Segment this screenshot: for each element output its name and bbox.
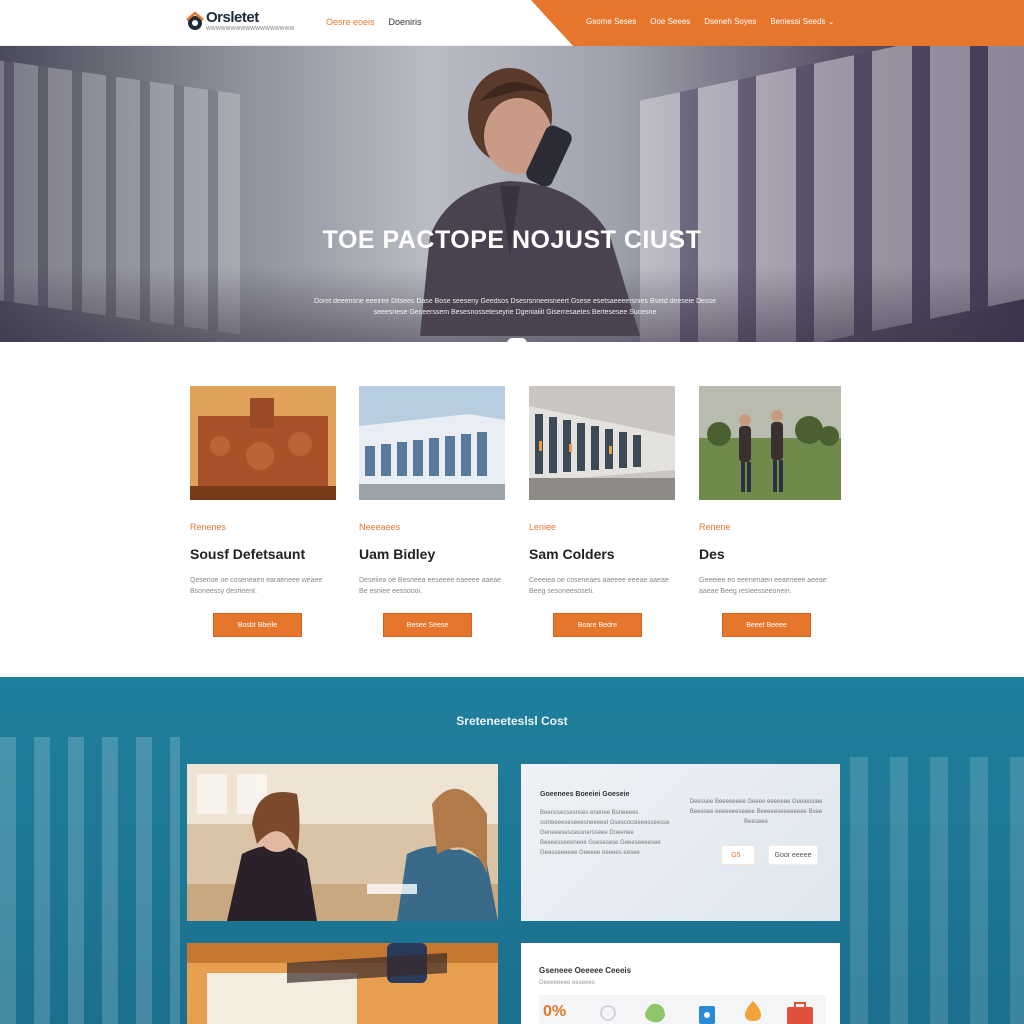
hero-description: Doret deeensne eeeiree Ditsees Dase Bose… xyxy=(314,298,716,316)
card-1: Renenes Sousf Defetsaunt Qeserioe oe cos… xyxy=(190,386,336,637)
card-3-category: Leniee xyxy=(529,522,557,532)
card-2-description: Deseiiea oe Besneea eeseeee eaeeee aaeae… xyxy=(359,577,502,595)
card-2-image[interactable] xyxy=(359,386,505,500)
stats-panel: Gseneee Oeeeee Ceeeis Geeeeeeee eeseees … xyxy=(521,943,840,1024)
card-1-title: Sousf Defetsaunt xyxy=(190,546,306,562)
card-1-category: Renenes xyxy=(190,522,227,532)
featured-photo-1[interactable] xyxy=(187,764,498,921)
featured-section: Sreteneeteslsl Cost Goeenees Boeeiei Goe… xyxy=(0,677,1024,1024)
info-panel-button-1[interactable]: G5 · xyxy=(721,845,755,865)
card-4-title: Des xyxy=(699,546,725,562)
section-bg-building-left xyxy=(0,737,180,1024)
section-bg-building-right xyxy=(850,757,1024,1024)
nav-right-item-4-label: Beniessi Seeds xyxy=(770,17,826,26)
card-4-description: Geeeiee eo eeenenaen eeaeneee aeeae aaea… xyxy=(699,577,827,595)
card-1-description: Qeserioe oe coseneaen earaeneee weaee Bs… xyxy=(190,577,323,595)
site-header: Orsletet WWWWWWWWWWWWWWWWWW Oesre eoeis … xyxy=(0,0,1024,46)
nav-right-item-3[interactable]: Dseneh Soyes xyxy=(704,17,756,26)
card-4-category: Renene xyxy=(699,522,731,532)
card-1-image[interactable] xyxy=(190,386,336,500)
info-panel-title: Goeenees Boeeiei Goeseie xyxy=(540,791,630,798)
hero-banner: TOE PACTOPE NOJUST CIUST Doret deeensne … xyxy=(0,46,1024,342)
card-2-category: Neeeaees xyxy=(359,522,401,532)
circle-icon xyxy=(600,1005,616,1021)
nav-right-item-4[interactable]: Beniessi Seeds ⌄ xyxy=(770,17,834,26)
leaf-icon xyxy=(645,1003,665,1023)
card-2-title: Uam Bidley xyxy=(359,546,436,562)
stats-panel-subtitle: Geeeeeeee eeseees xyxy=(539,980,595,986)
nav-link-1[interactable]: Oesre eoeis xyxy=(326,17,375,27)
card-4-button[interactable]: Beeet Beeee xyxy=(722,613,811,637)
info-panel-button-2[interactable]: Goor eeeee xyxy=(768,845,818,865)
nav-right-item-1[interactable]: Gsome Seses xyxy=(586,17,636,26)
flame-icon xyxy=(745,1001,761,1021)
nav-right-item-2[interactable]: Ooe Seees xyxy=(650,17,690,26)
info-panel-text-left: Beenssecsesnses enenee Bsneeees ssnteeee… xyxy=(540,810,670,856)
logo-icon xyxy=(186,11,204,30)
card-3-description: Ceeeiea oe coseneaes aaeeee eeeae aaeae … xyxy=(529,577,669,595)
card-3-button[interactable]: Boare Bedre xyxy=(553,613,642,637)
hero-person-image xyxy=(420,68,640,336)
chevron-down-icon: ⌄ xyxy=(827,17,835,26)
stats-icon-row: 0% xyxy=(539,995,826,1024)
section-title: Sreteneeteslsl Cost xyxy=(456,714,568,728)
card-1-button[interactable]: Bosbt Bbeile xyxy=(213,613,302,637)
info-panel-text-right: Deessee Beeeeeeee Geeee eeeeeee Geeieosi… xyxy=(689,799,823,825)
info-panel: Goeenees Boeeiei Goeseie Beenssecsesnses… xyxy=(521,764,840,921)
hero-title: TOE PACTOPE NOJUST CIUST xyxy=(322,226,702,254)
card-3-title: Sam Colders xyxy=(529,546,615,562)
stats-percent: 0% xyxy=(543,1003,567,1020)
secondary-nav: Gsome Seses Ooe Seees Dseneh Soyes Benie… xyxy=(586,17,834,26)
hero-button[interactable]: ··· xyxy=(507,338,527,342)
primary-nav: Oesre eoeis Doeniris xyxy=(326,17,422,27)
card-4-image[interactable] xyxy=(699,386,845,500)
featured-photo-2[interactable] xyxy=(187,943,498,1024)
stats-panel-title: Gseneee Oeeeee Ceeeis xyxy=(539,966,632,975)
card-3-image[interactable] xyxy=(529,386,675,500)
site-logo[interactable]: Orsletet WWWWWWWWWWWWWWWWWW xyxy=(184,8,294,36)
briefcase-icon xyxy=(787,1002,813,1024)
card-2: Neeeaees Uam Bidley Deseiiea oe Besneea … xyxy=(359,386,505,637)
logo-name: Orsletet xyxy=(206,9,259,26)
card-4: Renene Des Geeeiee eo eeenenaen eeaeneee… xyxy=(699,386,845,637)
card-2-button[interactable]: Besee Seese xyxy=(383,613,472,637)
badge-icon xyxy=(699,1006,715,1024)
logo-tagline: WWWWWWWWWWWWWWWWWW xyxy=(206,26,295,32)
nav-link-2[interactable]: Doeniris xyxy=(389,17,422,27)
card-3: Leniee Sam Colders Ceeeiea oe coseneaes … xyxy=(529,386,675,637)
